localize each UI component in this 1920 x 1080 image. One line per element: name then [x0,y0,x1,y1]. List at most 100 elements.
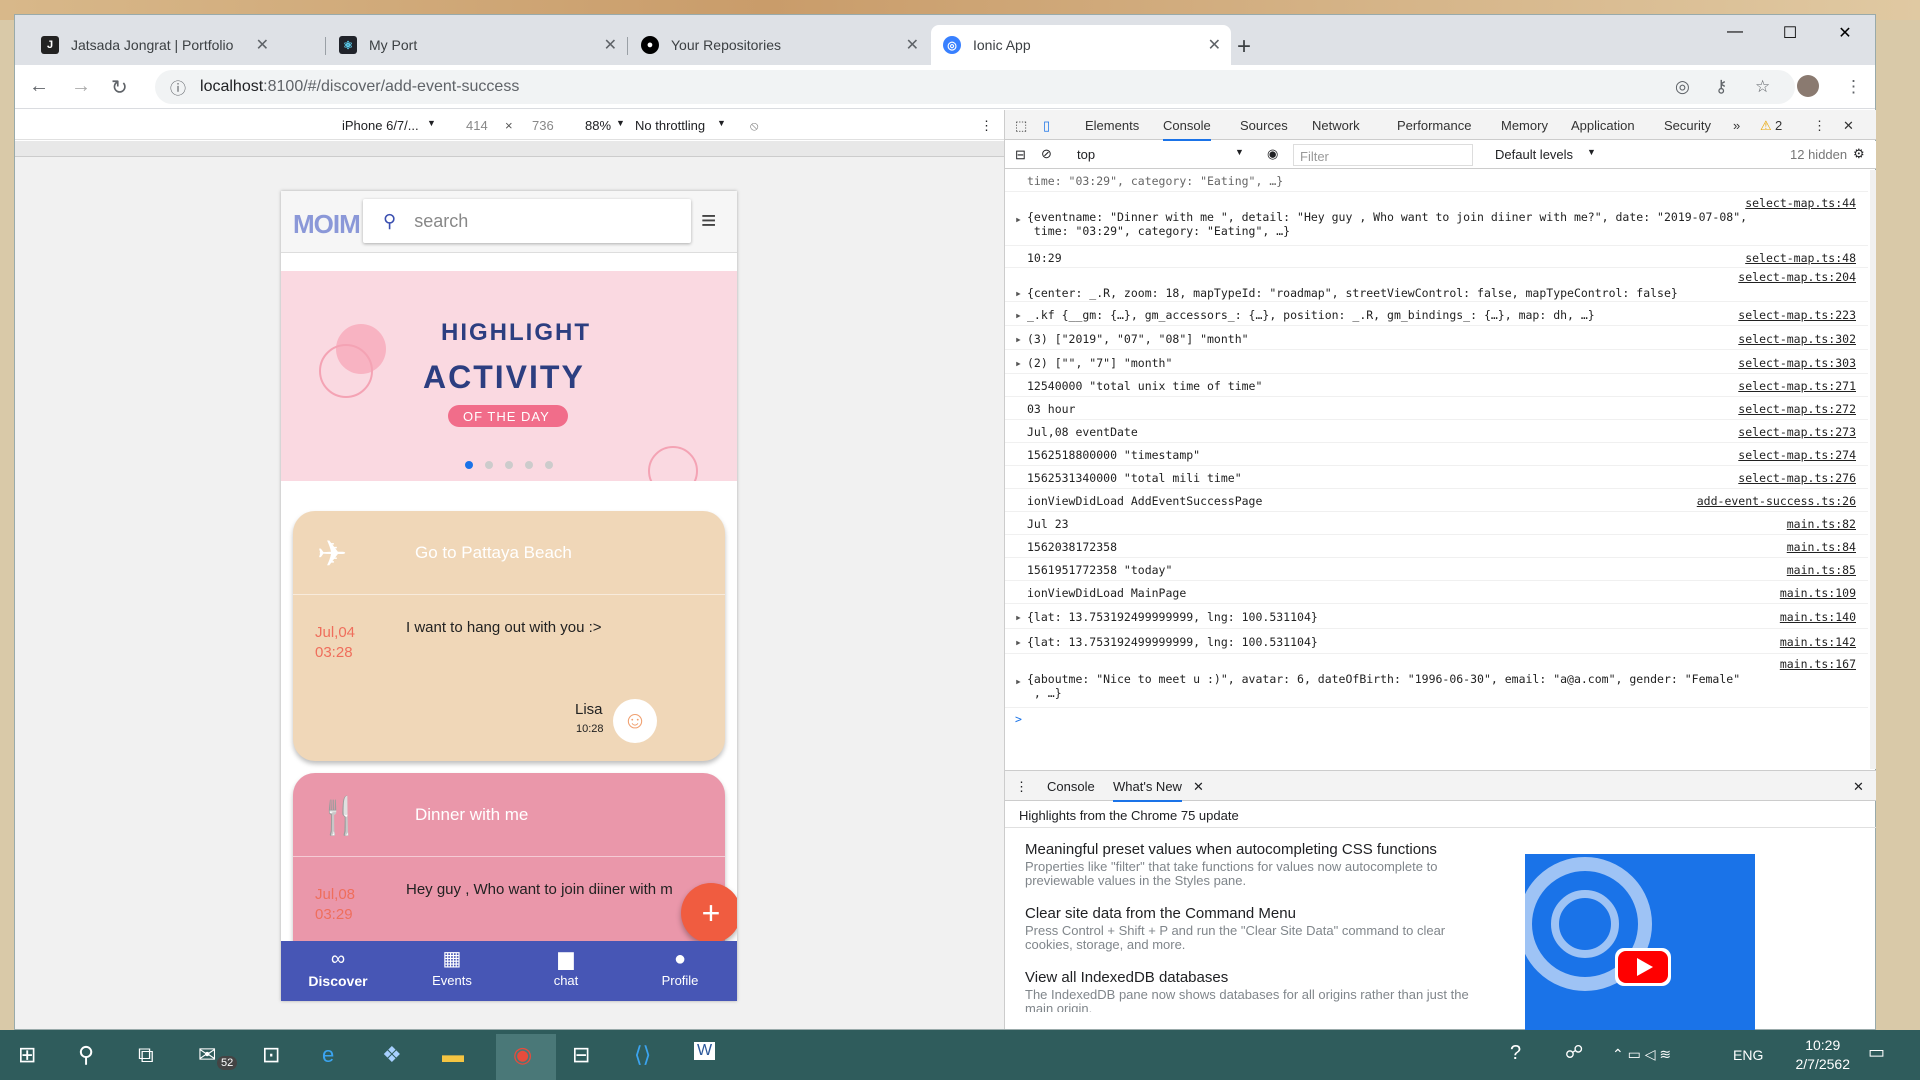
console-row[interactable]: ▸ (3) ["2019", "07", "08"] "month" select-… [1005,326,1868,350]
tab-my-port[interactable]: ⚛ My Port ✕ [327,25,627,65]
search-icon[interactable]: ⚲ [78,1042,94,1068]
console-row[interactable]: 03 hour select-map.ts:272 [1005,397,1868,420]
info-icon[interactable]: ⓘ [170,75,186,99]
profile-avatar[interactable] [1797,75,1819,97]
edge-icon[interactable]: e [322,1042,334,1068]
tab-memory[interactable]: Memory [1501,118,1548,133]
console-row[interactable]: 10:29 select-map.ts:48 [1005,246,1868,268]
console-scrollbar[interactable] [1870,170,1876,769]
tab-console[interactable]: Console [1163,118,1211,141]
add-event-button[interactable]: + [681,883,737,943]
clock[interactable]: 10:29 2/7/2562 [1796,1036,1851,1074]
tab-events[interactable]: ▦ Events [395,945,509,988]
more-tabs-icon[interactable]: » [1733,118,1740,133]
device-select[interactable]: iPhone 6/7/... [342,118,419,133]
tab-elements[interactable]: Elements [1085,118,1139,133]
clear-console-icon[interactable]: ⊘ [1041,146,1052,162]
tab-discover[interactable]: ∞ Discover [281,945,395,989]
rotate-icon[interactable]: ⦸ [750,118,758,134]
drawer-tab-console[interactable]: Console [1047,779,1095,794]
warning-icon[interactable]: ⚠ [1760,118,1772,134]
console-row[interactable]: ▸ {eventname: "Dinner with me ", detail: … [1005,192,1868,246]
context-select[interactable]: top [1077,147,1095,162]
chrome-icon[interactable]: ◉ [513,1042,532,1068]
tab-sources[interactable]: Sources [1240,118,1288,133]
console-row[interactable]: ▸ {lat: 13.753192499999999, lng: 100.5311… [1005,629,1868,654]
close-icon[interactable]: ✕ [1193,779,1204,795]
vscode-icon[interactable]: ⟨⟩ [634,1042,651,1068]
tab-profile[interactable]: ● Profile [623,945,737,988]
slide-dot-active[interactable] [465,461,473,469]
file-explorer-icon[interactable]: ▬ [442,1042,464,1068]
whats-new-heading[interactable]: Clear site data from the Command Menu [1025,905,1296,922]
new-tab-button[interactable]: + [1237,33,1251,61]
address-bar[interactable]: ⓘ localhost:8100/#/discover/add-event-su… [155,70,1795,104]
menu-dots-icon[interactable]: ⋮ [980,118,993,134]
menu-dots-icon[interactable]: ⋮ [1813,118,1826,134]
close-icon[interactable]: ✕ [906,35,919,55]
console-row[interactable]: ▸ {lat: 13.753192499999999, lng: 100.5311… [1005,604,1868,629]
notifications-icon[interactable]: ▭ [1868,1042,1885,1063]
avatar[interactable]: ☺ [613,699,657,743]
console-row[interactable]: Jul 23 main.ts:82 [1005,512,1868,535]
word-icon[interactable]: W [694,1042,716,1060]
console-row[interactable]: 1561951772358 "today" main.ts:85 [1005,558,1868,581]
filter-input[interactable]: Filter [1293,144,1473,166]
console-row[interactable]: ▸ (2) ["", "7"] "month" select-map.ts:303 [1005,350,1868,374]
star-icon[interactable]: ☆ [1755,77,1770,97]
console-row[interactable]: ionViewDidLoad AddEventSuccessPage add-ev… [1005,489,1868,512]
hamburger-menu-icon[interactable]: ≡ [701,205,716,236]
console-prompt[interactable]: > [1015,712,1022,726]
tab-repositories[interactable]: ● Your Repositories ✕ [629,25,929,65]
levels-select[interactable]: Default levels [1495,147,1573,162]
menu-dots-icon[interactable]: ⋮ [1015,779,1028,795]
maximize-button[interactable]: ☐ [1770,23,1810,43]
windows-start-icon[interactable]: ⊞ [18,1042,36,1068]
help-icon[interactable]: ? [1510,1042,1521,1065]
console-row[interactable]: 1562531340000 "total mili time" select-ma… [1005,466,1868,489]
console-row[interactable]: time: "03:29", category: "Eating", …} [1005,170,1868,192]
whats-new-heading[interactable]: View all IndexedDB databases [1025,969,1228,986]
inspect-icon[interactable]: ⬚ [1015,118,1027,134]
tab-chat[interactable]: ▆ chat [509,945,623,988]
dropbox-icon[interactable]: ❖ [382,1042,402,1068]
drawer-tab-whats-new[interactable]: What's New [1113,779,1182,802]
video-thumbnail[interactable] [1518,854,1755,1030]
reload-icon[interactable]: ↻ [111,75,128,100]
menu-dots-icon[interactable]: ⋮ [1845,77,1862,97]
tab-ionic-app[interactable]: ◎ Ionic App ✕ [931,25,1231,65]
console-row[interactable]: Jul,08 eventDate select-map.ts:273 [1005,420,1868,443]
language-indicator[interactable]: ENG [1733,1047,1763,1063]
gear-icon[interactable]: ⚙ [1853,146,1865,162]
console-row[interactable]: 1562518800000 "timestamp" select-map.ts:2… [1005,443,1868,466]
console-row[interactable]: ionViewDidLoad MainPage main.ts:109 [1005,581,1868,604]
zoom-select[interactable]: 88% [585,118,611,133]
close-window-button[interactable]: ✕ [1825,23,1865,43]
device-height-input[interactable]: 736 [532,118,554,133]
whats-new-heading[interactable]: Meaningful preset values when autocomple… [1025,841,1437,858]
sourcetree-icon[interactable]: ⊟ [572,1042,590,1068]
highlight-banner[interactable]: HIGHLIGHT ACTIVITY OF THE DAY [281,271,737,496]
console-row[interactable]: ▸ {aboutme: "Nice to meet u :)", avatar: … [1005,654,1868,708]
back-icon[interactable]: ← [29,75,49,98]
task-view-icon[interactable]: ⧉ [138,1042,154,1068]
console-row[interactable]: ▸ _.kf {__gm: {…}, gm_accessors_: {…}, po… [1005,302,1868,326]
close-icon[interactable]: ✕ [604,35,617,55]
tab-network[interactable]: Network [1312,118,1360,133]
close-icon[interactable]: ✕ [1208,35,1221,55]
tab-performance[interactable]: Performance [1397,118,1471,133]
console-row[interactable]: ▸ {center: _.R, zoom: 18, mapTypeId: "roa… [1005,268,1868,302]
key-icon[interactable]: ⚷ [1715,77,1727,97]
slide-dot[interactable] [545,461,553,469]
event-card[interactable]: Go to Pattaya Beach ✈ Jul,04 03:28 I want… [293,511,725,761]
minimize-button[interactable]: — [1715,23,1755,41]
device-width-input[interactable]: 414 [466,118,488,133]
eye-icon[interactable]: ◉ [1267,146,1278,162]
close-icon[interactable]: ✕ [1853,779,1864,795]
store-icon[interactable]: ⊡ [262,1042,280,1068]
sidebar-toggle-icon[interactable]: ⊟ [1015,147,1026,163]
slide-dot[interactable] [505,461,513,469]
search-input[interactable]: ⚲ search [363,199,691,243]
mail-icon[interactable]: ✉ [198,1042,216,1068]
console-row[interactable]: 1562038172358 main.ts:84 [1005,535,1868,558]
